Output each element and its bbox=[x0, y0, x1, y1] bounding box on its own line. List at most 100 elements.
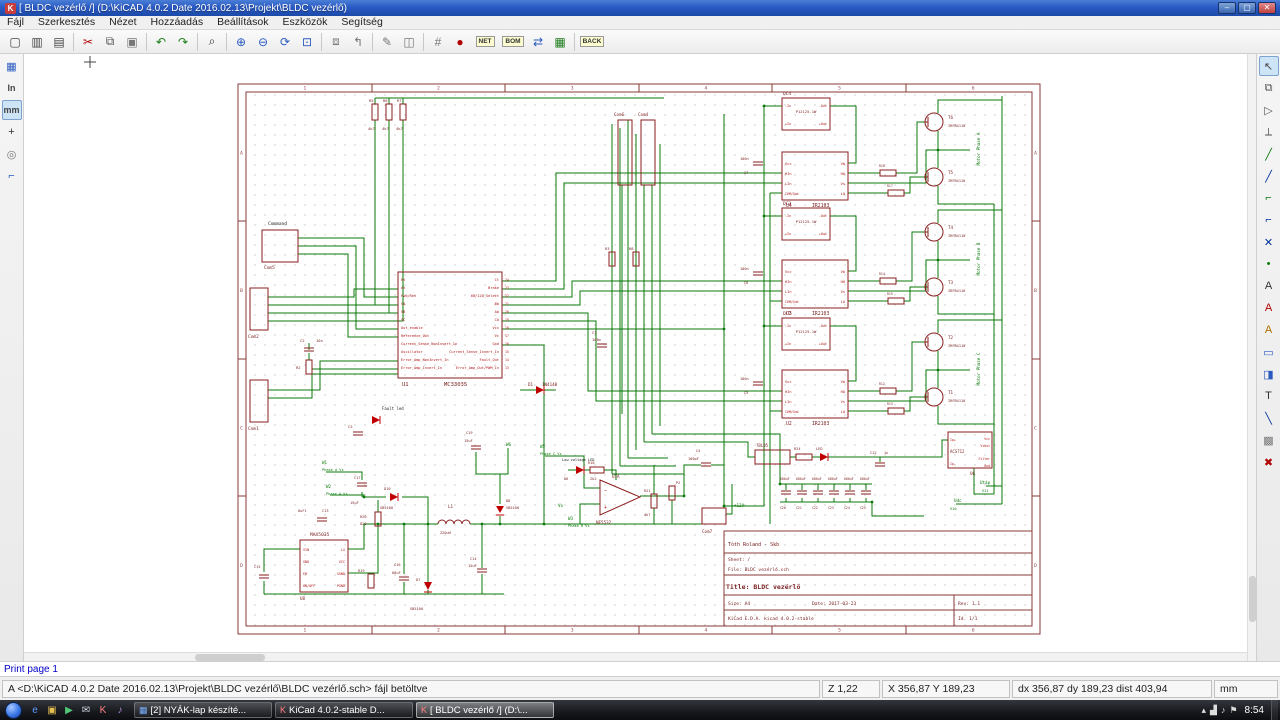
redo-button[interactable]: ↷ bbox=[172, 32, 194, 52]
run-pcbnew-button[interactable]: ▦ bbox=[549, 32, 571, 52]
units-inch-button[interactable]: In bbox=[2, 78, 22, 98]
schematic-text: D1 bbox=[528, 382, 534, 387]
print-button[interactable]: ▤ bbox=[48, 32, 70, 52]
place-component-button[interactable]: ▷ bbox=[1259, 100, 1279, 120]
place-net-label-button[interactable]: A bbox=[1259, 276, 1279, 296]
taskbar-task-1[interactable]: ▦ [2] NYÁK-lap készíté... bbox=[134, 702, 272, 718]
schematic-drawing[interactable]: 112233445566A AB BC CD D R5 R6 R74k7 4k7 4k7Comm… bbox=[24, 54, 1256, 661]
place-global-label-button[interactable]: A bbox=[1259, 298, 1279, 318]
vertical-scrollbar[interactable] bbox=[1247, 54, 1256, 661]
close-button[interactable]: ✕ bbox=[1258, 2, 1276, 14]
menu-seg-ts-g[interactable]: Segítség bbox=[334, 16, 389, 29]
menu-f-jl[interactable]: Fájl bbox=[0, 16, 31, 29]
place-graphic-line-button[interactable]: ╲ bbox=[1259, 408, 1279, 428]
zoom-fit-button[interactable]: ⊡ bbox=[296, 32, 318, 52]
new-schematic-icon: ▢ bbox=[9, 34, 21, 49]
no-connect-flag-button[interactable]: ✕ bbox=[1259, 232, 1279, 252]
wire-to-bus-entry-button[interactable]: ⌐ bbox=[1259, 188, 1279, 208]
place-text-button[interactable]: T bbox=[1259, 386, 1279, 406]
schematic-text: Current_Sense_NonInvert_In bbox=[401, 342, 457, 346]
bom-button[interactable]: BOM bbox=[499, 32, 527, 52]
cut-button[interactable]: ✂ bbox=[77, 32, 99, 52]
taskbar-task-2[interactable]: K KiCad 4.0.2-stable D... bbox=[275, 702, 413, 718]
show-desktop-button[interactable] bbox=[1271, 700, 1278, 720]
horizontal-scrollbar[interactable] bbox=[24, 652, 1247, 661]
place-hierarchical-label-button[interactable]: A bbox=[1259, 320, 1279, 340]
hierarchy-nav-button[interactable]: ⧉ bbox=[1259, 78, 1279, 98]
schematic-text: FB bbox=[303, 572, 307, 576]
tray-action-center-icon[interactable]: ⚑ bbox=[1229, 705, 1237, 716]
erc-button[interactable]: ● bbox=[449, 32, 471, 52]
leave-sheet-button[interactable]: ↰ bbox=[347, 32, 369, 52]
quick-launch-notes-button[interactable]: ♪ bbox=[112, 702, 128, 718]
hv-wires-button[interactable]: ⌐ bbox=[2, 166, 22, 186]
horizontal-scrollbar-thumb[interactable] bbox=[195, 654, 266, 661]
quick-launch-mail-button[interactable]: ✉ bbox=[78, 702, 94, 718]
cancel-tool-cursor-button[interactable]: ↖ bbox=[1258, 56, 1279, 76]
find-button[interactable]: ⌕ bbox=[201, 32, 223, 52]
cursor-shape-icon: + bbox=[8, 126, 15, 138]
menu-be-ll-t-sok[interactable]: Beállítások bbox=[210, 16, 275, 29]
units-mm-button[interactable]: mm bbox=[1, 100, 22, 120]
library-browser-button[interactable]: ◫ bbox=[398, 32, 420, 52]
schematic-text: R16 bbox=[879, 164, 885, 168]
menu-eszk-z-k[interactable]: Eszközök bbox=[275, 16, 334, 29]
schematic-text: Vcc bbox=[785, 380, 792, 384]
zoom-out-button[interactable]: ⊖ bbox=[252, 32, 274, 52]
cursor-shape-button[interactable]: + bbox=[2, 122, 22, 142]
quick-launch-kicad-button[interactable]: K bbox=[95, 702, 111, 718]
place-junction-button[interactable]: • bbox=[1259, 254, 1279, 274]
taskbar-task-3[interactable]: K[ BLDC vezérlő /] (D:\... bbox=[416, 702, 554, 718]
tray-show-hidden-icon[interactable]: ▴ bbox=[1202, 705, 1207, 716]
tray-volume-icon[interactable]: ♪ bbox=[1221, 705, 1226, 715]
schematic-text: Ip- bbox=[950, 462, 956, 466]
schematic-canvas[interactable]: 112233445566AABBCCDD R5 R6 R7 4k7 4k7 4k7 Comm… bbox=[24, 54, 1256, 661]
annotate-button[interactable]: # bbox=[427, 32, 449, 52]
page-settings-button[interactable]: ▥ bbox=[26, 32, 48, 52]
schematic-text: Motor Phase C bbox=[976, 352, 981, 385]
netlist-button[interactable]: NET bbox=[471, 32, 499, 52]
quick-launch-explorer-button[interactable]: ▣ bbox=[44, 702, 60, 718]
zoom-redraw-button[interactable]: ⟳ bbox=[274, 32, 296, 52]
hidden-pins-button[interactable]: ◎ bbox=[2, 144, 22, 164]
toolbar-separator bbox=[372, 32, 373, 51]
toolbar-separator bbox=[197, 32, 198, 51]
hierarchy-navigator-button[interactable]: ⧈ bbox=[325, 32, 347, 52]
vertical-scrollbar-thumb[interactable] bbox=[1249, 576, 1256, 623]
place-wire-button[interactable]: ╱ bbox=[1259, 144, 1279, 164]
schematic-text: 15uF bbox=[468, 564, 477, 568]
place-bitmap-button[interactable]: ▩ bbox=[1259, 430, 1279, 450]
tray-network-icon[interactable]: ▟ bbox=[1210, 705, 1217, 716]
new-schematic-button[interactable]: ▢ bbox=[4, 32, 26, 52]
menu-n-zet[interactable]: Nézet bbox=[102, 16, 143, 29]
start-button[interactable] bbox=[5, 701, 22, 719]
quick-launch-browser-button[interactable]: e bbox=[27, 702, 43, 718]
quick-launch-media-button[interactable]: ▶ bbox=[61, 702, 77, 718]
maximize-button[interactable]: ▢ bbox=[1238, 2, 1256, 14]
undo-button[interactable]: ↶ bbox=[150, 32, 172, 52]
schematic-text: Tóth Roland - Skb bbox=[728, 541, 779, 548]
menu-szerkeszt-s[interactable]: Szerkesztés bbox=[31, 16, 102, 29]
schematic-text: D7 bbox=[416, 578, 420, 582]
place-sheet-button[interactable]: ▭ bbox=[1259, 342, 1279, 362]
menu-hozz-ad-s[interactable]: Hozzáadás bbox=[144, 16, 211, 29]
wire-junction bbox=[936, 368, 940, 372]
bus-to-bus-entry-button[interactable]: ⌐ bbox=[1259, 210, 1279, 230]
back-annotate-button[interactable]: BACK bbox=[578, 32, 606, 52]
schematic-text: U3 bbox=[786, 311, 792, 317]
grid-toggle-button[interactable]: ▦ bbox=[2, 56, 22, 76]
place-bus-button[interactable]: ╱ bbox=[1259, 166, 1279, 186]
copy-button[interactable]: ⧉ bbox=[99, 32, 121, 52]
footprint-assign-button[interactable]: ⇄ bbox=[527, 32, 549, 52]
schematic-text: 16 bbox=[505, 342, 509, 346]
schematic-text: 1n bbox=[884, 451, 888, 455]
library-editor-button[interactable]: ✎ bbox=[376, 32, 398, 52]
minimize-button[interactable]: – bbox=[1218, 2, 1236, 14]
place-power-port-button[interactable]: ⟂ bbox=[1259, 122, 1279, 142]
import-sheet-pin-button[interactable]: ◨ bbox=[1259, 364, 1279, 384]
schematic-text: 2k2 bbox=[590, 477, 597, 481]
quick-launch-mail-icon: ✉ bbox=[81, 704, 91, 716]
zoom-in-button[interactable]: ⊕ bbox=[230, 32, 252, 52]
delete-item-button[interactable]: ✖ bbox=[1259, 452, 1279, 472]
paste-button[interactable]: ▣ bbox=[121, 32, 143, 52]
